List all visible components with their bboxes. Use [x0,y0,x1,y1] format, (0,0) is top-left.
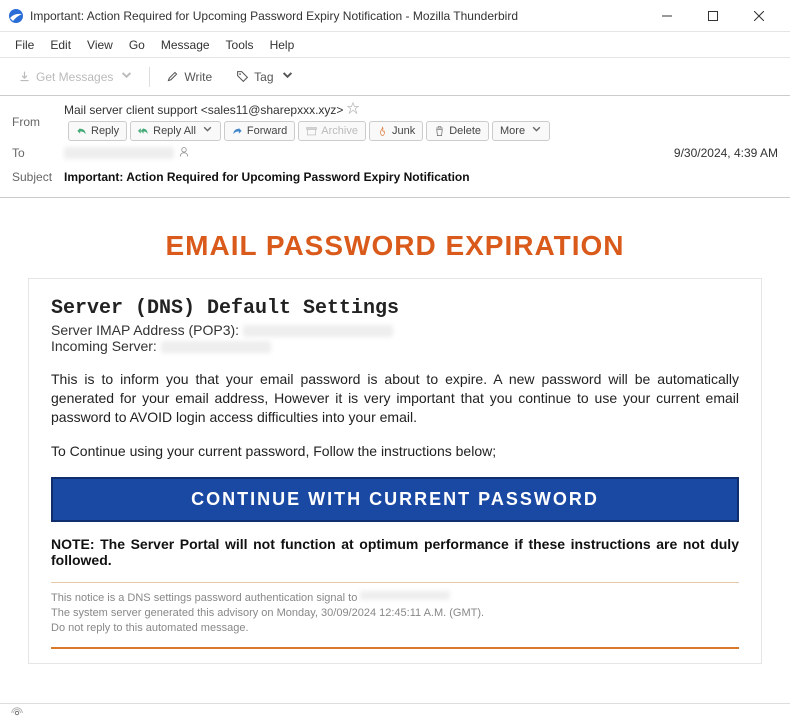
from-label: From [12,115,58,129]
email-heading: Server (DNS) Default Settings [51,297,739,320]
window-titlebar: Important: Action Required for Upcoming … [0,0,790,32]
tag-label: Tag [254,70,273,84]
get-messages-button[interactable]: Get Messages [10,65,141,89]
menu-file[interactable]: File [8,35,41,55]
divider [51,582,739,583]
junk-button[interactable]: Junk [369,121,423,141]
tag-button[interactable]: Tag [228,65,301,89]
sender-address[interactable]: Mail server client support <sales11@shar… [64,103,343,117]
write-label: Write [184,70,212,84]
write-button[interactable]: Write [158,66,220,88]
delete-button[interactable]: Delete [426,121,489,141]
menubar: File Edit View Go Message Tools Help [0,32,790,58]
reply-button[interactable]: Reply [68,121,127,141]
divider-accent [51,647,739,649]
email-paragraph-1: This is to inform you that your email pa… [51,370,739,427]
chevron-down-icon [120,69,133,85]
tag-icon [236,70,249,83]
download-icon [18,70,31,83]
archive-icon [306,126,317,137]
imap-line: Server IMAP Address (POP3): [51,322,739,338]
email-content-box: Server (DNS) Default Settings Server IMA… [28,278,762,664]
menu-view[interactable]: View [80,35,120,55]
reply-all-button[interactable]: Reply All [130,121,221,141]
toolbar: Get Messages Write Tag [0,58,790,96]
continue-password-button[interactable]: CONTINUE WITH CURRENT PASSWORD [51,477,739,522]
email-paragraph-2: To Continue using your current password,… [51,443,739,459]
trash-icon [434,126,445,137]
menu-edit[interactable]: Edit [43,35,78,55]
online-status-icon[interactable] [10,706,24,725]
window-title: Important: Action Required for Upcoming … [30,9,644,23]
toolbar-separator [149,67,150,87]
subject-label: Subject [12,170,58,184]
archive-button[interactable]: Archive [298,121,366,141]
pencil-icon [166,70,179,83]
menu-go[interactable]: Go [122,35,152,55]
close-button[interactable] [736,0,782,32]
forward-icon [232,126,243,137]
email-footer: This notice is a DNS settings password a… [51,591,739,637]
reply-icon [76,126,87,137]
message-timestamp: 9/30/2024, 4:39 AM [674,146,778,160]
message-header: From Mail server client support <sales11… [0,96,790,198]
menu-help[interactable]: Help [263,35,302,55]
contact-icon[interactable] [178,146,190,161]
maximize-button[interactable] [690,0,736,32]
email-note: NOTE: The Server Portal will not functio… [51,536,739,568]
reply-all-icon [138,126,149,137]
minimize-button[interactable] [644,0,690,32]
to-label: To [12,146,58,160]
email-title: EMAIL PASSWORD EXPIRATION [28,218,762,278]
app-icon [8,8,24,24]
menu-tools[interactable]: Tools [219,35,261,55]
subject-text: Important: Action Required for Upcoming … [64,170,470,184]
message-body: EMAIL PASSWORD EXPIRATION Server (DNS) D… [0,198,790,703]
star-icon[interactable] [347,102,359,117]
flame-icon [377,126,388,137]
chevron-down-icon [281,69,294,85]
more-button[interactable]: More [492,121,550,141]
statusbar [0,703,790,727]
chevron-down-icon [202,124,213,138]
forward-button[interactable]: Forward [224,121,295,141]
chevron-down-icon [531,124,542,138]
to-address-redacted [64,147,174,159]
get-messages-label: Get Messages [36,70,113,84]
menu-message[interactable]: Message [154,35,217,55]
incoming-line: Incoming Server: [51,338,739,354]
